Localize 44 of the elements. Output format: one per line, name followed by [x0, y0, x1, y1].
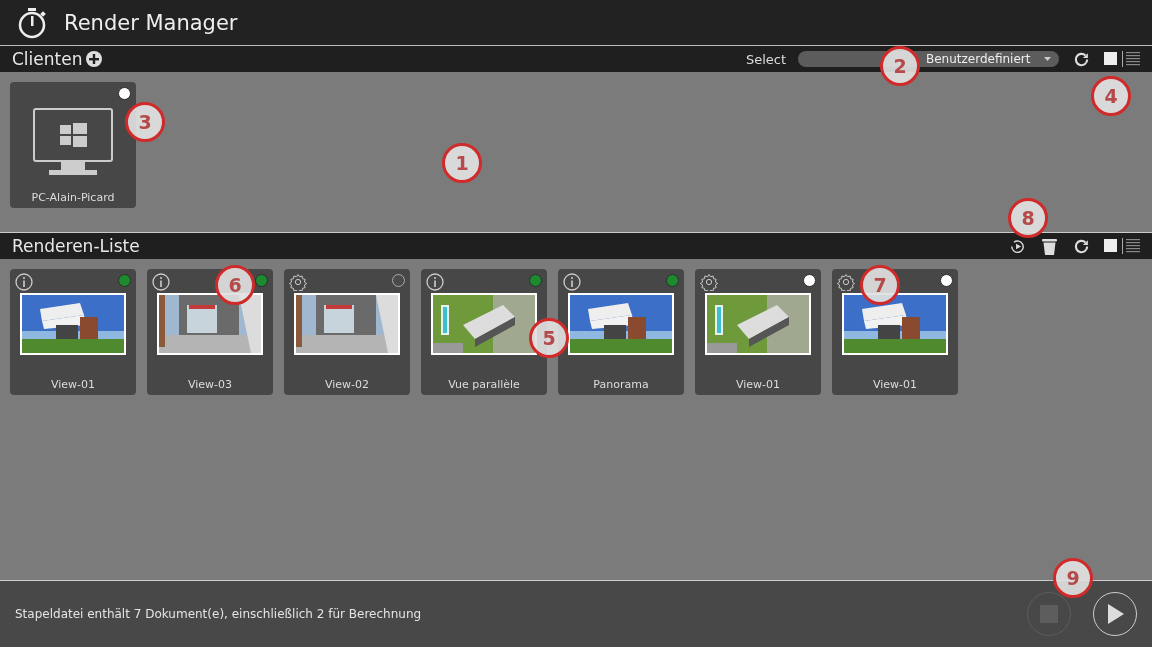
- render-card[interactable]: Panorama: [558, 269, 684, 395]
- list-view-icon[interactable]: [1122, 51, 1140, 67]
- render-card[interactable]: View-01: [695, 269, 821, 395]
- callout-number: 2: [880, 46, 920, 86]
- info-icon[interactable]: [563, 273, 581, 291]
- refresh-icon[interactable]: [1073, 50, 1090, 68]
- settings-icon[interactable]: [837, 273, 855, 291]
- refresh-icon[interactable]: [1073, 237, 1090, 255]
- grid-view-icon[interactable]: [1104, 239, 1118, 253]
- client-card[interactable]: PC-Alain-Picard: [10, 82, 136, 208]
- list-view-icon[interactable]: [1122, 238, 1140, 254]
- trash-icon[interactable]: [1042, 237, 1057, 255]
- play-icon: [1106, 604, 1124, 624]
- section-title: Clienten: [12, 49, 83, 69]
- section-title: Renderen-Liste: [12, 236, 140, 256]
- callout-number: 9: [1053, 558, 1093, 598]
- select-label: Select: [745, 51, 786, 67]
- view-name: View-01: [871, 378, 919, 391]
- info-icon[interactable]: [426, 273, 444, 291]
- view-name: Vue parallèle: [447, 378, 521, 391]
- view-name: Panorama: [592, 378, 650, 391]
- render-card[interactable]: View-02: [284, 269, 410, 395]
- settings-icon[interactable]: [700, 273, 718, 291]
- stopwatch-icon: [18, 6, 48, 39]
- add-icon[interactable]: [86, 51, 103, 67]
- view-name: View-03: [186, 378, 234, 391]
- view-name: View-01: [49, 378, 97, 391]
- window-title: Render Manager: [64, 10, 238, 35]
- grid-view-icon[interactable]: [1104, 52, 1118, 66]
- callout-number: 8: [1008, 198, 1048, 238]
- render-icon[interactable]: [1009, 237, 1026, 255]
- caret-icon: [1044, 57, 1051, 61]
- view-name: View-02: [323, 378, 371, 391]
- callout-number: 1: [442, 143, 482, 183]
- callout-number: 3: [125, 102, 165, 142]
- render-card[interactable]: View-01: [10, 269, 136, 395]
- status-text: Stapeldatei enthält 7 Dokument(e), einschließlich 2 für Berechnung: [15, 607, 423, 621]
- callout-number: 4: [1091, 76, 1131, 116]
- client-name: PC-Alain-Picard: [30, 191, 116, 204]
- monitor-icon: [33, 108, 113, 178]
- info-icon[interactable]: [15, 273, 33, 291]
- info-icon[interactable]: [152, 273, 170, 291]
- view-name: View-01: [734, 378, 782, 391]
- settings-icon[interactable]: [289, 273, 307, 291]
